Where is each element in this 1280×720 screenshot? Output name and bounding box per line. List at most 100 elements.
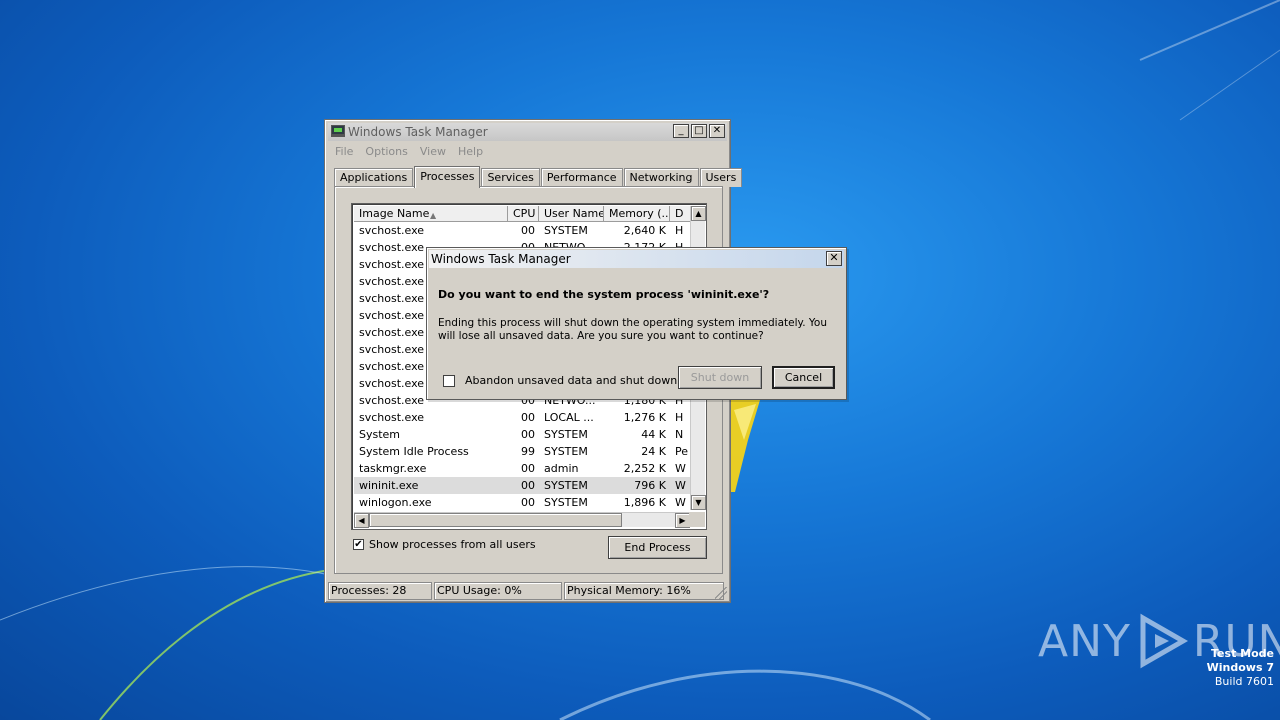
menu-bar: File Options View Help [331,143,487,160]
resize-grip-icon[interactable] [715,587,727,599]
shut-down-button[interactable]: Shut down [678,366,762,389]
scroll-right-icon[interactable]: ▶ [675,513,690,528]
tab-applications[interactable]: Applications [334,168,414,187]
cell-desc: W [675,496,686,509]
cell-mem: 1,276 K [623,411,666,424]
cell-user: SYSTEM [544,428,588,441]
horizontal-scrollbar[interactable]: ◀ ▶ [354,512,690,528]
tab-performance[interactable]: Performance [540,168,623,187]
cell-name: winlogon.exe [359,496,432,509]
cell-user: SYSTEM [544,479,588,492]
column-description[interactable]: D [670,206,692,222]
cell-name: taskmgr.exe [359,462,427,475]
tab-networking[interactable]: Networking [623,168,699,187]
cell-desc: N [675,428,684,441]
cell-user: admin [544,462,579,475]
cell-desc: Pe [675,445,689,458]
cell-user: SYSTEM [544,496,588,509]
watermark-line-1: Test Mode [1211,647,1274,660]
cell-user: LOCAL ... [544,411,594,424]
sort-ascending-icon: ▲ [430,211,437,220]
abandon-data-option[interactable]: Abandon unsaved data and shut down. [443,374,681,387]
cell-mem: 44 K [641,428,666,441]
table-row[interactable]: wininit.exe 00 SYSTEM 796 K W [354,477,692,494]
cell-name: System Idle Process [359,445,469,458]
abandon-data-label: Abandon unsaved data and shut down. [465,374,681,387]
play-icon [1140,613,1188,669]
cell-name: wininit.exe [359,479,419,492]
table-row[interactable]: winlogon.exe 00 SYSTEM 1,896 K W [354,494,692,511]
tab-services[interactable]: Services [481,168,540,187]
cell-desc: W [675,479,686,492]
end-process-button[interactable]: End Process [608,536,707,559]
cell-cpu: 00 [521,462,535,475]
status-physical-memory: Physical Memory: 16% [564,582,724,600]
dialog-message: Ending this process will shut down the o… [438,317,827,342]
show-all-users-option[interactable]: ✔ Show processes from all users [353,538,536,551]
column-cpu[interactable]: CPU [508,206,539,222]
status-cpu-usage: CPU Usage: 0% [434,582,562,600]
table-row[interactable]: svchost.exe 00 LOCAL ... 1,276 K H [354,409,692,426]
cell-desc: H [675,224,684,237]
cell-mem: 1,896 K [623,496,666,509]
menu-options[interactable]: Options [361,143,411,160]
logo-text-left: ANY [1038,615,1131,667]
close-button[interactable]: ✕ [709,124,725,138]
cell-desc: W [675,462,686,475]
cell-cpu: 00 [521,496,535,509]
column-user-name[interactable]: User Name [539,206,604,222]
maximize-button[interactable]: □ [691,124,707,138]
horizontal-scroll-thumb[interactable] [369,513,622,527]
scroll-left-icon[interactable]: ◀ [354,513,369,528]
dialog-close-button[interactable]: ✕ [826,251,842,266]
test-mode-watermark: Test Mode Windows 7 Build 7601 [1207,647,1274,689]
cell-desc: H [675,411,684,424]
dialog-title-bar[interactable]: Windows Task Manager ✕ [429,250,844,268]
dialog-question: Do you want to end the system process 'w… [438,288,770,301]
column-memory[interactable]: Memory (... [604,206,670,222]
table-row[interactable]: System Idle Process 99 SYSTEM 24 K Pe [354,443,692,460]
end-process-dialog: Windows Task Manager ✕ Do you want to en… [426,247,847,400]
watermark-line-3: Build 7601 [1214,675,1274,688]
cell-mem: 24 K [641,445,666,458]
tab-users[interactable]: Users [699,168,743,187]
column-image-name[interactable]: Image Name ▲ [354,206,508,222]
menu-view[interactable]: View [416,143,450,160]
show-all-users-checkbox[interactable]: ✔ [353,539,364,550]
table-row[interactable]: taskmgr.exe 00 admin 2,252 K W [354,460,692,477]
cell-name: svchost.exe [359,411,425,424]
cell-name: System [359,428,401,441]
title-bar[interactable]: Windows Task Manager _ □ ✕ [328,123,727,141]
menu-help[interactable]: Help [454,143,487,160]
cell-cpu: 00 [521,224,535,237]
cell-cpu: 00 [521,428,535,441]
status-processes: Processes: 28 [328,582,432,600]
table-row[interactable]: svchost.exe 00 SYSTEM 2,640 K H [354,222,692,239]
cell-user: SYSTEM [544,445,588,458]
show-all-users-label: Show processes from all users [369,538,536,551]
tab-strip: Applications Processes Services Performa… [334,166,743,188]
scroll-up-icon[interactable]: ▲ [691,206,706,221]
task-manager-icon [331,125,345,137]
dialog-title: Windows Task Manager [431,252,571,266]
cell-mem: 796 K [634,479,666,492]
column-label: Image Name [359,207,430,220]
cell-user: SYSTEM [544,224,588,237]
cell-cpu: 00 [521,411,535,424]
cell-cpu: 00 [521,479,535,492]
cell-cpu: 99 [521,445,535,458]
table-row[interactable]: System 00 SYSTEM 44 K N [354,426,692,443]
window-title: Windows Task Manager [348,125,488,139]
tab-processes[interactable]: Processes [414,166,481,188]
scroll-corner [689,512,705,527]
cell-name: svchost.exe [359,224,425,237]
minimize-button[interactable]: _ [673,124,689,138]
list-header: Image Name ▲ CPU User Name Memory (... D [354,206,692,222]
cancel-button[interactable]: Cancel [772,366,835,389]
scroll-down-icon[interactable]: ▼ [691,495,706,510]
cell-mem: 2,640 K [623,224,666,237]
cell-mem: 2,252 K [623,462,666,475]
watermark-line-2: Windows 7 [1206,661,1274,674]
menu-file[interactable]: File [331,143,357,160]
abandon-data-checkbox[interactable] [443,374,455,387]
